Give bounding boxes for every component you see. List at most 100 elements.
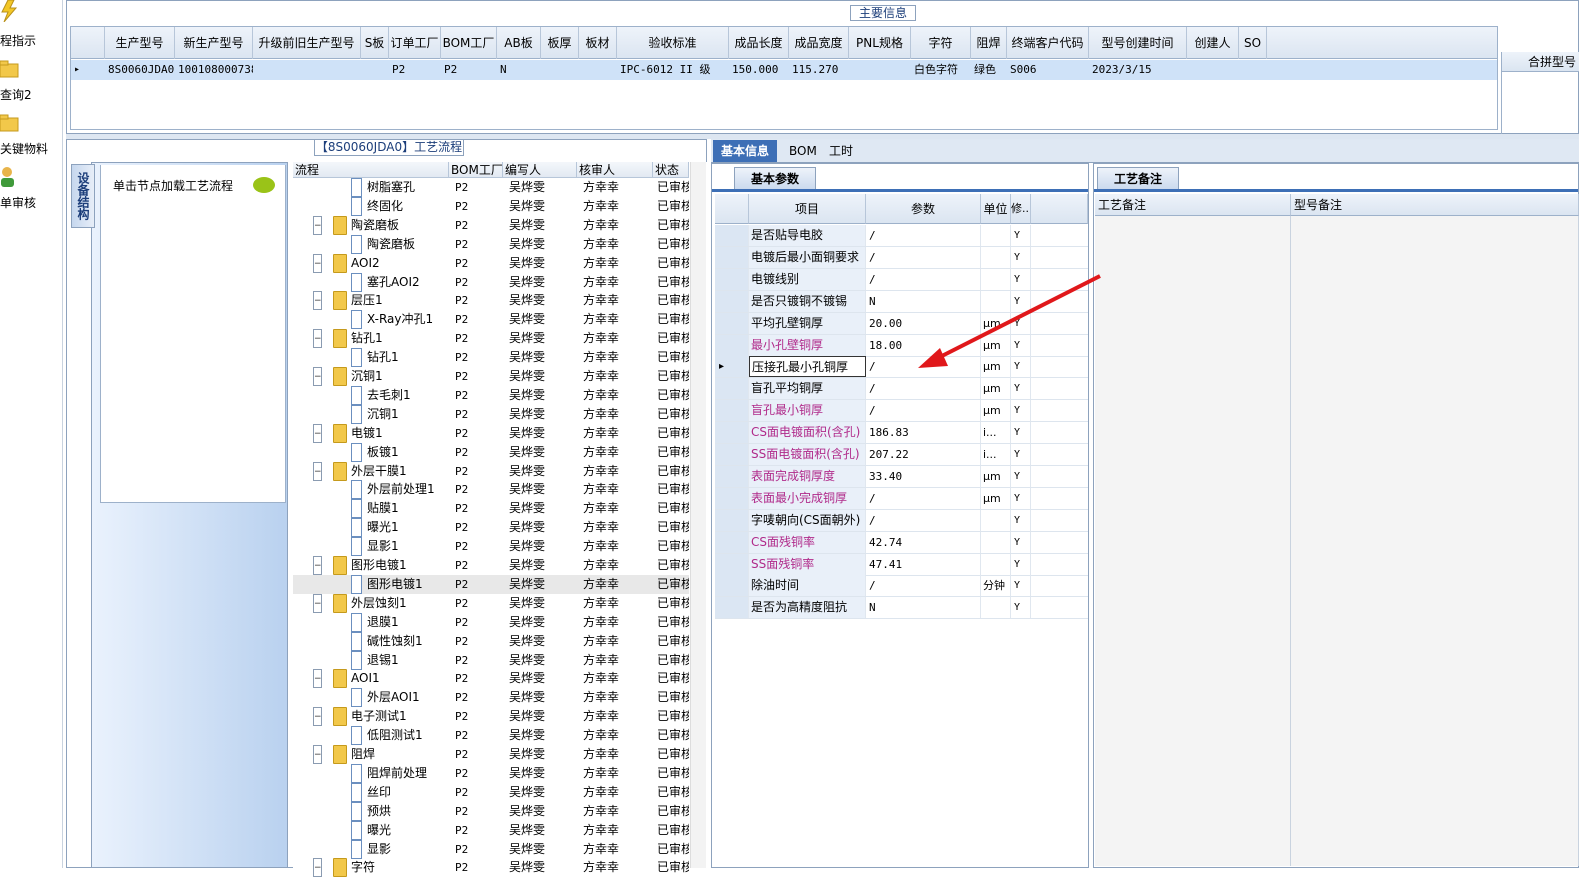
col-header[interactable]: 验收标准 (617, 27, 729, 59)
tree-row[interactable]: 板镀1 P2 吴烨雯 方幸幸 已审核 (293, 442, 689, 462)
tree-row[interactable]: 图形电镀1 P2 吴烨雯 方幸幸 已审核 (293, 574, 689, 594)
subtab-basic-params[interactable]: 基本参数 (734, 167, 817, 189)
param-value[interactable]: / (866, 225, 981, 246)
param-row[interactable]: CS面残铜率 42.74 Y (715, 531, 1088, 554)
col-header[interactable]: 成品宽度 (789, 27, 849, 59)
col-header-model-remark[interactable]: 型号备注 (1291, 194, 1579, 216)
col-header-param[interactable]: 参数 (866, 194, 981, 224)
table-cell[interactable]: 8S0060JDA0 (105, 60, 175, 80)
collapse-toggle-icon[interactable]: − (313, 291, 322, 311)
col-header[interactable]: 订单工厂 (389, 27, 441, 59)
col-header-reviewer[interactable]: 核审人 (577, 162, 653, 178)
col-header[interactable]: 字符 (911, 27, 971, 59)
param-row[interactable]: 平均孔壁铜厚 20.00 μm Y (715, 312, 1088, 335)
param-row[interactable]: 最小孔壁铜厚 18.00 μm Y (715, 334, 1088, 357)
collapse-toggle-icon[interactable]: − (313, 556, 322, 575)
tree-row[interactable]: − 图形电镀1 P2 吴烨雯 方幸幸 已审核 (293, 556, 689, 575)
param-value[interactable]: / (866, 400, 981, 422)
table-cell[interactable]: 白色字符 (911, 60, 971, 80)
param-value[interactable]: / (866, 575, 981, 597)
tab-equipment-structure[interactable]: 设备结构 (71, 164, 95, 228)
col-header[interactable]: S板 (361, 27, 389, 59)
nav-item-query2[interactable]: 查询2 (0, 56, 62, 106)
nav-item-process-guide[interactable]: 程指示 (0, 0, 62, 50)
tree-row[interactable]: − 钻孔1 P2 吴烨雯 方幸幸 已审核 (293, 329, 689, 349)
col-header[interactable]: PNL规格 (849, 27, 911, 59)
model-remark-field[interactable] (1291, 216, 1579, 866)
col-header-flow[interactable]: 流程 (293, 162, 449, 178)
nav-item-key-material[interactable]: 关键物料 (0, 110, 62, 160)
table-cell[interactable]: IPC-6012 II 级 (617, 60, 729, 80)
table-cell[interactable] (849, 60, 911, 80)
tree-row[interactable]: 丝印 P2 吴烨雯 方幸幸 已审核 (293, 782, 689, 802)
param-value[interactable]: 42.74 (866, 531, 981, 553)
tree-row[interactable]: 退锡1 P2 吴烨雯 方幸幸 已审核 (293, 650, 689, 670)
col-header-writer[interactable]: 编写人 (503, 162, 577, 178)
collapse-toggle-icon[interactable]: − (313, 329, 322, 349)
col-header[interactable]: 创建人 (1187, 27, 1239, 59)
table-cell[interactable] (541, 60, 579, 80)
table-cell[interactable]: 150.000 (729, 60, 789, 80)
tree-row[interactable]: 显影1 P2 吴烨雯 方幸幸 已审核 (293, 537, 689, 557)
collapse-toggle-icon[interactable]: − (313, 423, 322, 443)
process-remark-field[interactable] (1095, 216, 1291, 866)
param-row[interactable]: 电镀后最小面铜要求 / Y (715, 246, 1088, 269)
param-value[interactable]: / (866, 378, 981, 400)
tree-row[interactable]: 显影 P2 吴烨雯 方幸幸 已审核 (293, 839, 689, 859)
table-cell[interactable] (1187, 60, 1239, 80)
col-header-process-remark[interactable]: 工艺备注 (1095, 194, 1291, 216)
vertical-scrollbar[interactable] (690, 162, 706, 868)
table-cell[interactable]: 115.270 (789, 60, 849, 80)
col-header[interactable]: 生产型号 (105, 27, 175, 59)
table-cell[interactable] (253, 60, 361, 80)
tree-row[interactable]: 陶瓷磨板 P2 吴烨雯 方幸幸 已审核 (293, 234, 689, 254)
table-cell[interactable]: N (497, 60, 541, 80)
col-header-modify[interactable]: 修... (1011, 194, 1031, 224)
col-header-status[interactable]: 状态 (653, 162, 689, 178)
table-cell[interactable] (361, 60, 389, 80)
col-header[interactable]: SO (1239, 27, 1267, 59)
tree-row[interactable]: − 外层干膜1 P2 吴烨雯 方幸幸 已审核 (293, 461, 689, 481)
col-header[interactable]: 新生产型号 (175, 27, 253, 59)
param-row[interactable]: 盲孔平均铜厚 / μm Y (715, 378, 1088, 401)
table-cell[interactable] (579, 60, 617, 80)
nav-item-order-review[interactable]: 单审核 (0, 164, 62, 214)
tree-row[interactable]: − AOI2 P2 吴烨雯 方幸幸 已审核 (293, 253, 689, 273)
param-row[interactable]: 盲孔最小铜厚 / μm Y (715, 400, 1088, 423)
col-header-item[interactable]: 项目 (749, 194, 866, 224)
col-header[interactable]: 成品长度 (729, 27, 789, 59)
param-value[interactable]: N (866, 597, 981, 619)
param-row[interactable]: 表面完成铜厚度 33.40 μm Y (715, 465, 1088, 488)
param-row[interactable]: 电镀线别 / Y (715, 268, 1088, 291)
table-cell[interactable]: P2 (389, 60, 441, 80)
table-cell[interactable]: S006 (1007, 60, 1089, 80)
col-header[interactable]: 型号创建时间 (1089, 27, 1187, 59)
collapse-toggle-icon[interactable]: − (313, 707, 322, 727)
col-header-unit[interactable]: 单位 (981, 194, 1011, 224)
param-value[interactable]: / (866, 509, 981, 531)
param-row[interactable]: 是否只镀铜不镀锡 N Y (715, 290, 1088, 313)
param-value[interactable]: / (866, 246, 981, 268)
tree-row[interactable]: 树脂塞孔 P2 吴烨雯 方幸幸 已审核 (293, 178, 689, 197)
tree-row[interactable]: 沉铜1 P2 吴烨雯 方幸幸 已审核 (293, 404, 689, 424)
param-row[interactable]: CS面电镀面积(含孔) 186.83 i... Y (715, 422, 1088, 445)
table-cell[interactable]: 绿色 (971, 60, 1007, 80)
tree-row[interactable]: 曝光1 P2 吴烨雯 方幸幸 已审核 (293, 518, 689, 538)
param-value[interactable]: 186.83 (866, 422, 981, 444)
col-header[interactable]: 阻焊 (971, 27, 1007, 59)
tree-row[interactable]: − 电子测试1 P2 吴烨雯 方幸幸 已审核 (293, 707, 689, 727)
tree-row[interactable]: 预烘 P2 吴烨雯 方幸幸 已审核 (293, 801, 689, 821)
tab-work-hours[interactable]: 工时 (821, 140, 861, 162)
collapse-toggle-icon[interactable]: − (313, 253, 322, 273)
subtab-process-remark[interactable]: 工艺备注 (1097, 167, 1180, 189)
param-row[interactable]: 除油时间 / 分钟 Y (715, 575, 1088, 598)
param-value[interactable]: / (866, 268, 981, 290)
param-value[interactable]: 47.41 (866, 553, 981, 575)
col-header[interactable]: 板厚 (541, 27, 579, 59)
tree-row[interactable]: 碱性蚀刻1 P2 吴烨雯 方幸幸 已审核 (293, 631, 689, 651)
param-value[interactable]: 20.00 (866, 312, 981, 334)
tab-basic-info[interactable]: 基本信息 (713, 140, 778, 162)
param-value[interactable]: / (866, 356, 981, 378)
table-cell[interactable] (1239, 60, 1267, 80)
tree-row[interactable]: − 层压1 P2 吴烨雯 方幸幸 已审核 (293, 291, 689, 311)
